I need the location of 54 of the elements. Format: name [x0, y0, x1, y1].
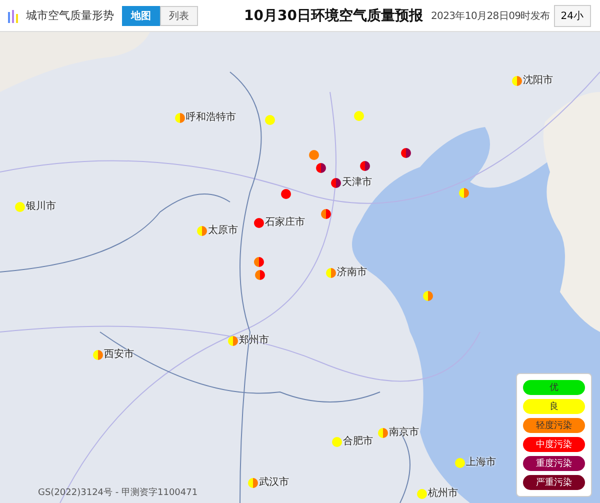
city-marker[interactable]	[378, 428, 388, 438]
view-tab[interactable]: 列表	[160, 6, 198, 26]
city-marker[interactable]	[316, 163, 326, 173]
city-marker[interactable]	[354, 111, 364, 121]
city-marker[interactable]	[93, 350, 103, 360]
city-marker[interactable]	[360, 161, 370, 171]
city-marker[interactable]	[254, 218, 264, 228]
view-tab[interactable]: 地图	[122, 6, 160, 26]
bar-chart-icon	[8, 8, 20, 22]
legend-item: 良	[523, 399, 585, 414]
city-marker[interactable]	[255, 270, 265, 280]
city-marker[interactable]	[309, 150, 319, 160]
city-marker[interactable]	[331, 178, 341, 188]
period-button[interactable]: 24小	[554, 4, 591, 26]
city-marker[interactable]	[512, 76, 522, 86]
city-label: 上海市	[466, 456, 496, 469]
city-marker[interactable]	[248, 478, 258, 488]
section-title: 城市空气质量形势	[26, 8, 114, 23]
city-label: 郑州市	[239, 334, 269, 347]
city-marker[interactable]	[459, 188, 469, 198]
city-marker[interactable]	[326, 268, 336, 278]
city-label: 石家庄市	[265, 216, 305, 229]
publish-time: 2023年10月28日09时发布	[430, 10, 550, 22]
city-marker[interactable]	[321, 209, 331, 219]
city-label: 西安市	[104, 348, 134, 361]
city-marker[interactable]	[332, 437, 342, 447]
city-label: 天津市	[342, 176, 372, 189]
city-label: 沈阳市	[523, 74, 553, 87]
page-title: 10月30日环境空气质量预报	[244, 6, 423, 24]
city-marker[interactable]	[175, 113, 185, 123]
city-label: 太原市	[208, 224, 238, 237]
city-marker[interactable]	[423, 291, 433, 301]
city-label: 武汉市	[259, 476, 289, 489]
city-label: 南京市	[389, 426, 419, 439]
city-marker[interactable]	[254, 257, 264, 267]
city-marker[interactable]	[197, 226, 207, 236]
city-label: 济南市	[337, 266, 367, 279]
legend-item: 中度污染	[523, 437, 585, 452]
city-label: 合肥市	[343, 434, 373, 448]
city-marker[interactable]	[281, 189, 291, 199]
legend-item: 优	[523, 380, 585, 395]
city-label: 银川市	[26, 200, 56, 213]
city-marker[interactable]	[265, 115, 275, 125]
legend-item: 重度污染	[523, 456, 585, 471]
legend-item: 轻度污染	[523, 418, 585, 433]
city-label: 杭州市	[428, 486, 458, 500]
city-label: 呼和浩特市	[186, 110, 236, 124]
city-marker[interactable]	[455, 458, 465, 468]
city-marker[interactable]	[228, 336, 238, 346]
city-marker[interactable]	[15, 202, 25, 212]
map-attribution: GS(2022)3124号 - 甲测资字1100471	[38, 486, 198, 499]
city-marker[interactable]	[401, 148, 411, 158]
legend-item: 严重污染	[523, 475, 585, 490]
city-marker[interactable]	[417, 489, 427, 499]
